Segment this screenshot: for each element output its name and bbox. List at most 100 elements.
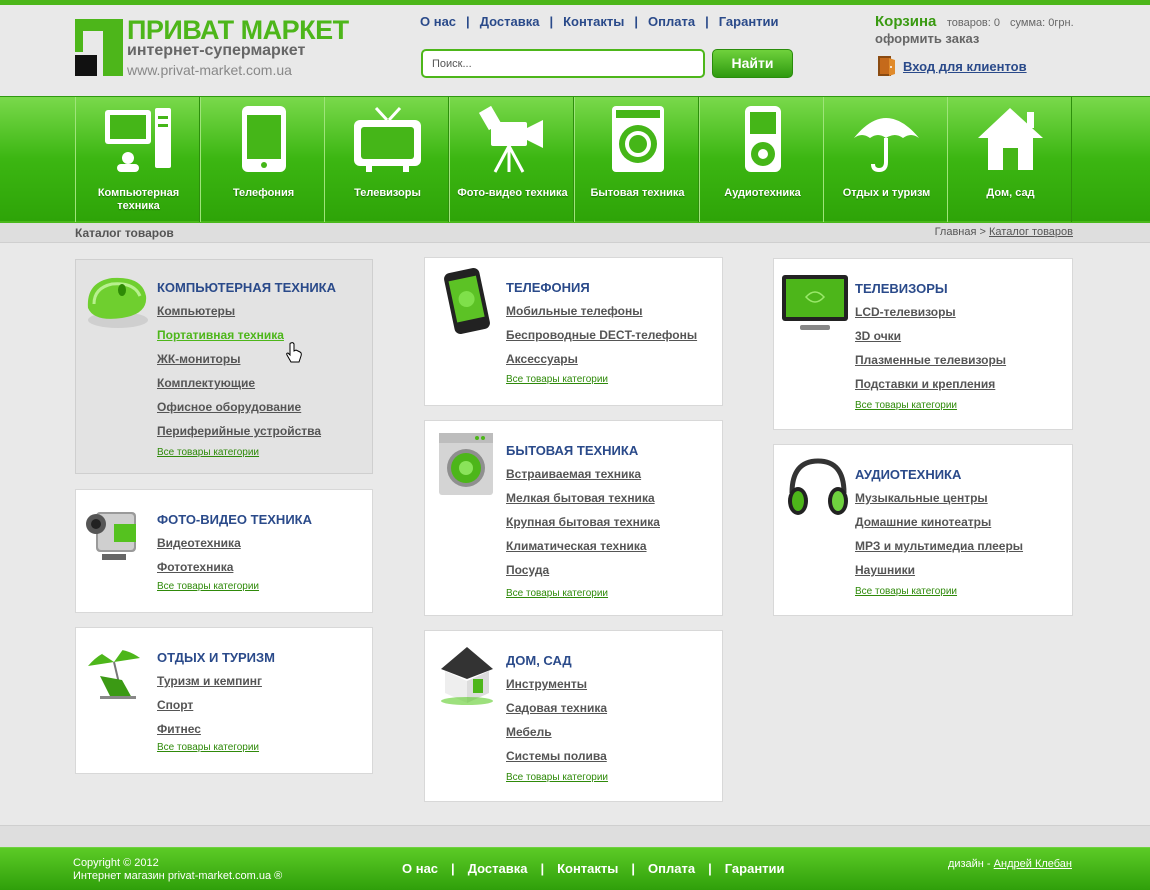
link-climate[interactable]: Климатическая техника (506, 539, 660, 563)
link-components[interactable]: Комплектующие (157, 376, 321, 400)
category-photo-video[interactable]: Фото-видео техника (449, 97, 574, 222)
link-tools[interactable]: Инструменты (506, 677, 607, 701)
link-mp3[interactable]: МРЗ и мультимедиа плееры (855, 539, 1023, 563)
cart-summary: Корзина товаров: 0 сумма: 0грн. (875, 13, 1084, 31)
all-items-link[interactable]: Все товары категории (157, 581, 259, 592)
lcd-tv-icon (782, 275, 848, 330)
footer-nav-payment[interactable]: Оплата (648, 861, 695, 876)
search-button[interactable]: Найти (712, 49, 793, 78)
link-office[interactable]: Офисное оборудование (157, 400, 321, 424)
category-appliances[interactable]: Бытовая техника (574, 97, 699, 222)
link-accessories[interactable]: Аксессуары (506, 352, 697, 376)
category-home-garden[interactable]: Дом, сад (947, 97, 1072, 222)
link-computers[interactable]: Компьютеры (157, 304, 321, 328)
all-items-link[interactable]: Все товары категории (506, 588, 608, 599)
box-title: ФОТО-ВИДЕО ТЕХНИКА (157, 512, 312, 527)
nav-delivery[interactable]: Доставка (480, 14, 540, 29)
link-garden-equipment[interactable]: Садовая техника (506, 701, 607, 725)
top-accent-line (0, 0, 1150, 5)
category-computers[interactable]: Компьютерная техника (75, 97, 200, 222)
nav-guarantees[interactable]: Гарантии (719, 14, 779, 29)
link-small-appliances[interactable]: Мелкая бытовая техника (506, 491, 660, 515)
category-box-phones: ТЕЛЕФОНИЯ Мобильные телефоны Беспроводны… (424, 257, 723, 406)
all-items-link[interactable]: Все товары категории (157, 447, 259, 458)
link-plasma[interactable]: Плазменные телевизоры (855, 353, 1006, 377)
mouse-icon (87, 277, 148, 328)
tv-icon (354, 106, 421, 172)
all-items-link[interactable]: Все товары категории (855, 400, 957, 411)
washer-icon (612, 106, 664, 172)
link-built-in[interactable]: Встраиваемая техника (506, 467, 660, 491)
search-input[interactable]: Поиск... (421, 49, 705, 78)
all-items-link[interactable]: Все товары категории (506, 772, 608, 783)
all-items-link[interactable]: Все товары категории (855, 586, 957, 597)
footer-nav-about[interactable]: О нас (402, 861, 438, 876)
link-peripherals[interactable]: Периферийные устройства (157, 424, 321, 448)
all-items-link[interactable]: Все товары категории (157, 742, 259, 753)
link-sport[interactable]: Спорт (157, 698, 262, 722)
link-headphones[interactable]: Наушники (855, 563, 1023, 587)
box-title: ТЕЛЕФОНИЯ (506, 280, 590, 295)
checkout-link[interactable]: оформить заказ (875, 31, 979, 46)
phone-icon (242, 106, 286, 172)
box-title: БЫТОВАЯ ТЕХНИКА (506, 443, 639, 458)
cart-items-count: товаров: 0 (946, 17, 1001, 29)
hand-cursor-icon (286, 342, 302, 363)
link-mobile[interactable]: Мобильные телефоны (506, 304, 697, 328)
nav-about[interactable]: О нас (420, 14, 456, 29)
beach-umbrella-icon (88, 646, 140, 699)
footer-nav: О нас | Доставка | Контакты | Оплата | Гарантии (402, 861, 785, 876)
link-lcd-tv[interactable]: LCD-телевизоры (855, 305, 1006, 329)
door-icon (875, 54, 899, 78)
site-logo[interactable]: ПРИВАТ МАРКЕТ интернет-супермаркет www.p… (75, 15, 349, 79)
box-title: КОМПЬЮТЕРНАЯ ТЕХНИКА (157, 280, 336, 295)
category-box-tv: ТЕЛЕВИЗОРЫ LCD-телевизоры 3D очки Плазме… (773, 258, 1073, 430)
link-3d-glasses[interactable]: 3D очки (855, 329, 1006, 353)
link-large-appliances[interactable]: Крупная бытовая техника (506, 515, 660, 539)
category-audio[interactable]: Аудиотехника (699, 97, 824, 222)
category-box-appliances: БЫТОВАЯ ТЕХНИКА Встраиваемая техника Мел… (424, 420, 723, 616)
category-box-photo: ФОТО-ВИДЕО ТЕХНИКА Видеотехника Фототехн… (75, 489, 373, 613)
page-title: Каталог товаров (75, 226, 174, 240)
nav-payment[interactable]: Оплата (648, 14, 695, 29)
category-leisure[interactable]: Отдых и туризм (823, 97, 948, 222)
breadcrumb-home[interactable]: Главная (935, 226, 977, 238)
smartphone-icon (444, 268, 490, 334)
link-home-theaters[interactable]: Домашние кинотеатры (855, 515, 1023, 539)
nav-contacts[interactable]: Контакты (563, 14, 624, 29)
computer-icon (105, 108, 171, 172)
logo-url: www.privat-market.com.ua (127, 62, 292, 78)
catalog-bar: Каталог товаров Главная > Каталог товаро… (0, 223, 1150, 243)
all-items-link[interactable]: Все товары категории (506, 374, 608, 385)
login-area: Вход для клиентов (875, 54, 1027, 78)
link-stands[interactable]: Подставки и крепления (855, 377, 1006, 401)
camera-icon (478, 105, 543, 173)
logo-mark-icon (75, 19, 123, 76)
link-tourism[interactable]: Туризм и кемпинг (157, 674, 262, 698)
footer-nav-guarantees[interactable]: Гарантии (725, 861, 785, 876)
category-box-leisure: ОТДЫХ И ТУРИЗМ Туризм и кемпинг Спорт Фи… (75, 627, 373, 774)
breadcrumb-current[interactable]: Каталог товаров (989, 226, 1073, 238)
designer-link[interactable]: Андрей Клебан (994, 858, 1072, 870)
category-box-audio: АУДИОТЕХНИКА Музыкальные центры Домашние… (773, 444, 1073, 616)
login-link[interactable]: Вход для клиентов (903, 59, 1027, 74)
link-irrigation[interactable]: Системы полива (506, 749, 607, 773)
box-title: ТЕЛЕВИЗОРЫ (855, 281, 948, 296)
category-phones[interactable]: Телефония (200, 97, 325, 222)
cart-link[interactable]: Корзина (875, 13, 936, 30)
link-furniture[interactable]: Мебель (506, 725, 607, 749)
box-title: ОТДЫХ И ТУРИЗМ (157, 650, 275, 665)
footer-nav-delivery[interactable]: Доставка (468, 861, 528, 876)
link-video[interactable]: Видеотехника (157, 536, 241, 560)
category-box-computers: КОМПЬЮТЕРНАЯ ТЕХНИКА Компьютеры Портатив… (75, 259, 373, 474)
box-title: АУДИОТЕХНИКА (855, 467, 962, 482)
audio-player-icon (745, 106, 781, 172)
link-dishes[interactable]: Посуда (506, 563, 660, 587)
category-tv[interactable]: Телевизоры (324, 97, 449, 222)
cart-sum: сумма: 0грн. (1010, 17, 1074, 29)
link-music-centers[interactable]: Музыкальные центры (855, 491, 1023, 515)
logo-subtitle: интернет-супермаркет (127, 42, 306, 59)
link-dect[interactable]: Беспроводные DECT-телефоны (506, 328, 697, 352)
copyright: Copyright © 2012 Интернет магазин privat… (73, 857, 283, 882)
footer-nav-contacts[interactable]: Контакты (557, 861, 618, 876)
